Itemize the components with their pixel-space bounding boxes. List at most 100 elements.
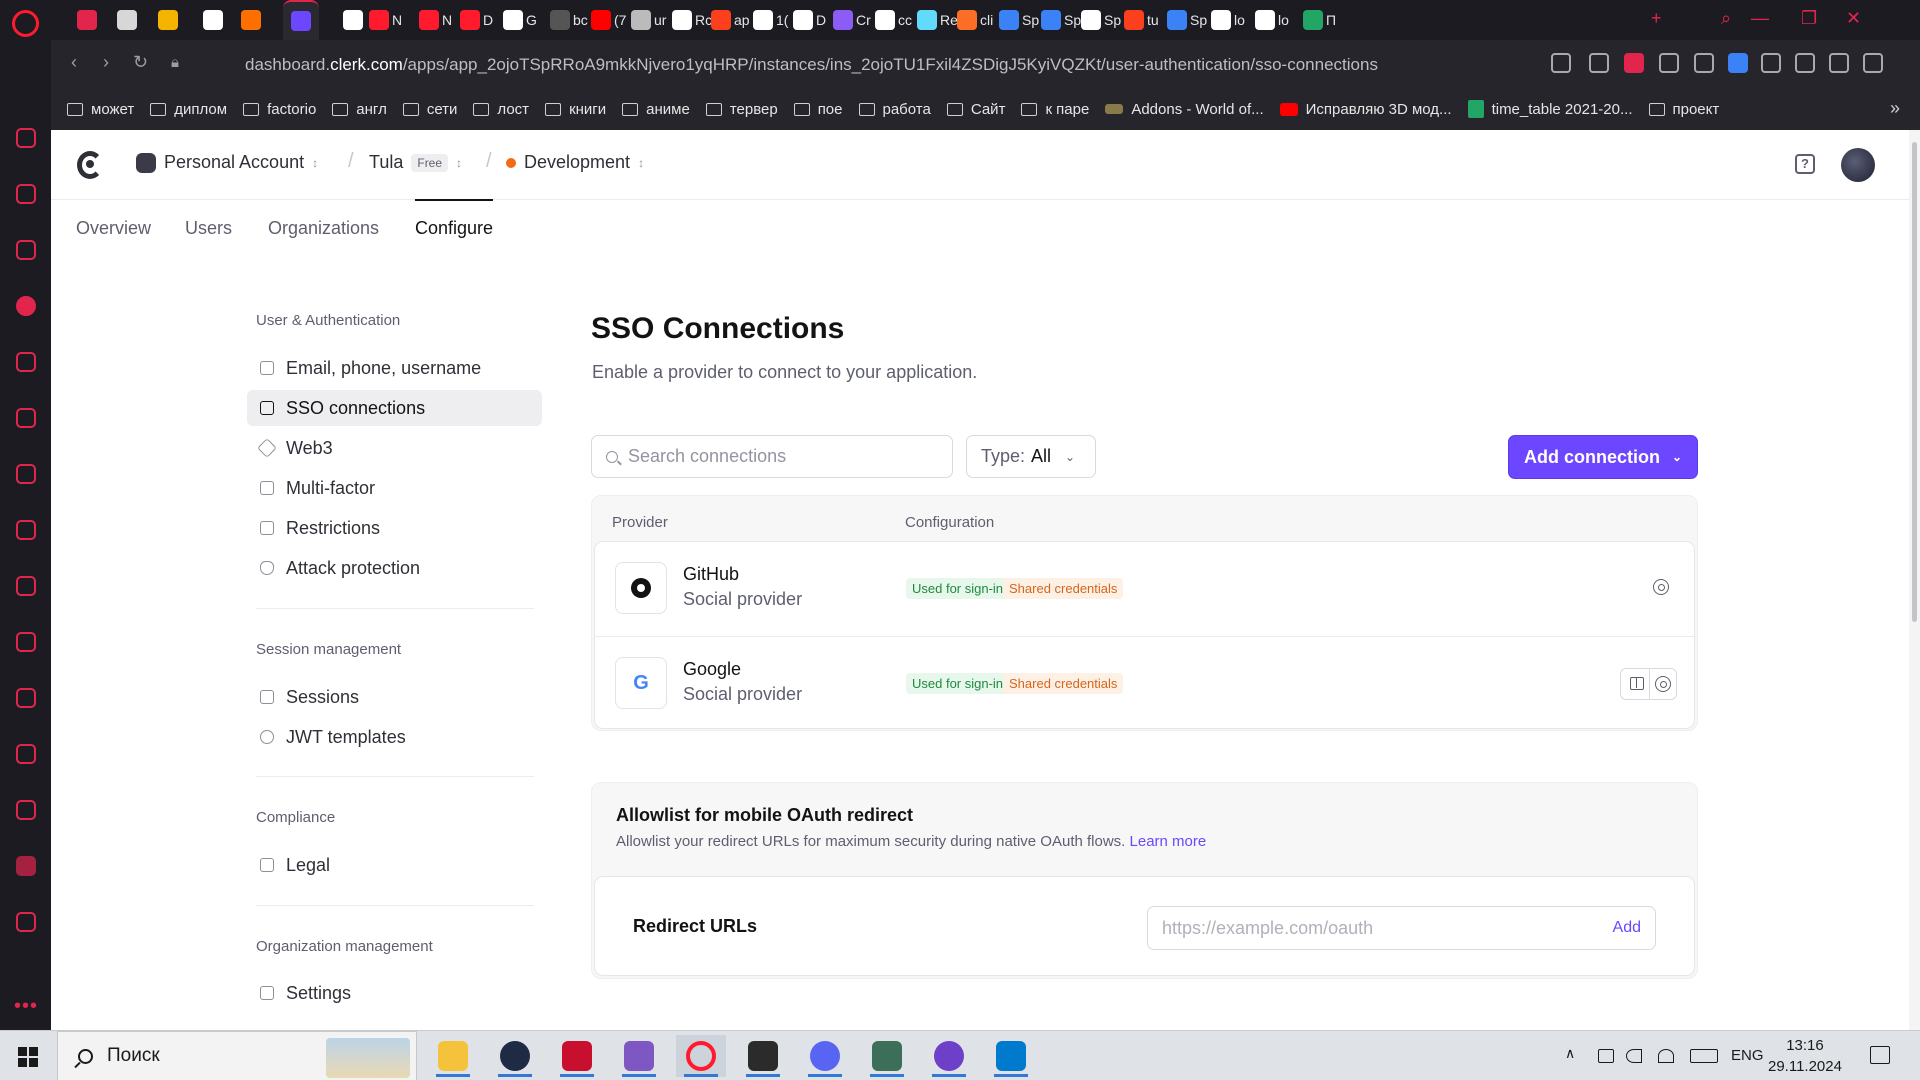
taskbar-app-rider[interactable]	[552, 1035, 602, 1077]
windows-start-icon[interactable]	[18, 1047, 38, 1067]
browser-tab[interactable]: Sp	[999, 4, 1039, 36]
alarm-icon[interactable]	[0, 726, 51, 782]
notes-icon[interactable]	[0, 670, 51, 726]
notifications-icon[interactable]	[1870, 1046, 1890, 1064]
browser-tab[interactable]: Cr	[833, 4, 871, 36]
sidebar-item-restrictions[interactable]: Restrictions	[247, 510, 542, 546]
browser-tab[interactable]	[241, 4, 261, 36]
wifi-icon[interactable]	[1658, 1049, 1674, 1063]
bookmark-item[interactable]: Исправляю 3D мод...	[1279, 101, 1452, 118]
url-field[interactable]: dashboard.clerk.com/apps/app_2ojoTSpRRoA…	[245, 55, 1378, 75]
bookmark-item[interactable]: Addons - World of...	[1105, 101, 1264, 118]
instance-switcher[interactable]: Development ↕	[506, 152, 644, 173]
browser-tab[interactable]: N	[419, 4, 452, 36]
home-icon[interactable]	[0, 222, 51, 278]
battery-icon[interactable]	[1598, 1049, 1614, 1063]
bookmark-item[interactable]: может	[67, 101, 134, 118]
browser-tab[interactable]: bc	[550, 4, 588, 36]
player-icon[interactable]	[0, 278, 51, 334]
bookmark-item[interactable]: диплом	[150, 101, 227, 118]
browser-tab[interactable]: (7	[591, 4, 626, 36]
bookmarks-overflow-icon[interactable]: »	[1890, 98, 1900, 119]
taskbar-app-vscode[interactable]	[986, 1035, 1036, 1077]
taskbar-app-discord[interactable]	[800, 1035, 850, 1077]
sidebar-item-org-settings[interactable]: Settings	[247, 975, 542, 1011]
browser-tab[interactable]: ар	[711, 4, 750, 36]
taskbar-app-browser[interactable]	[490, 1035, 540, 1077]
bookmark-item[interactable]: лост	[473, 101, 529, 118]
bookmark-item[interactable]: time_table 2021-20...	[1467, 100, 1633, 118]
sidebar-item-sessions[interactable]: Sessions	[247, 679, 542, 715]
settings-gear-icon[interactable]	[1653, 579, 1669, 595]
bookmark-item[interactable]: пое	[793, 101, 843, 118]
hourglass-icon[interactable]	[0, 502, 51, 558]
add-redirect-button[interactable]: Add	[1613, 919, 1641, 937]
briefcase-icon[interactable]	[0, 614, 51, 670]
settings-gear-icon[interactable]	[1655, 676, 1671, 692]
browser-tab[interactable]: lo	[1211, 4, 1245, 36]
type-filter-dropdown[interactable]: Type: All ⌄	[966, 435, 1096, 478]
system-clock[interactable]: 13:16 29.11.2024	[1768, 1035, 1842, 1077]
tab-overview[interactable]: Overview	[76, 218, 151, 239]
browser-tab[interactable]: Sp	[1081, 4, 1121, 36]
extension-icon[interactable]	[0, 838, 51, 894]
bookmark-item[interactable]: сети	[402, 101, 457, 118]
bookmark-item[interactable]: factorio	[243, 101, 316, 118]
minimize-icon[interactable]: —	[1751, 8, 1769, 29]
browser-tab[interactable]: Sp	[1167, 4, 1207, 36]
browser-tab[interactable]	[283, 0, 319, 40]
redirect-url-field[interactable]: Add	[1147, 906, 1656, 950]
browser-tab[interactable]	[158, 4, 178, 36]
controller-icon[interactable]	[0, 446, 51, 502]
video-icon[interactable]	[0, 390, 51, 446]
bookmark-item[interactable]: работа	[858, 101, 931, 118]
chevron-up-icon[interactable]: ∧	[1565, 1045, 1575, 1062]
tab-configure[interactable]: Configure	[415, 199, 494, 239]
redirect-url-input[interactable]	[1162, 918, 1542, 939]
browser-tab[interactable]: П	[1303, 4, 1336, 36]
page-scrollbar[interactable]	[1909, 130, 1920, 1030]
taskbar-app-opera[interactable]	[676, 1035, 726, 1077]
extensions-icon[interactable]	[1761, 53, 1781, 73]
gallery-icon[interactable]	[0, 894, 51, 950]
browser-tab[interactable]: Sp	[1041, 4, 1081, 36]
sidebar-item-attack-protection[interactable]: Attack protection	[247, 550, 542, 586]
browser-tab[interactable]	[117, 4, 137, 36]
browser-tab[interactable]: D	[793, 4, 826, 36]
adblock-icon[interactable]	[1624, 53, 1644, 73]
download-icon[interactable]	[1829, 53, 1849, 73]
send-icon[interactable]	[1659, 53, 1679, 73]
volume-icon[interactable]	[1626, 1049, 1642, 1063]
heart-icon[interactable]	[1694, 53, 1714, 73]
user-avatar[interactable]	[1841, 148, 1875, 182]
learn-more-link[interactable]: Learn more	[1130, 833, 1207, 850]
taskbar-search[interactable]: Поиск	[57, 1031, 417, 1080]
book-icon[interactable]	[0, 334, 51, 390]
browser-tab[interactable]: 1(	[753, 4, 788, 36]
bookmark-item[interactable]: Сайт	[946, 101, 1005, 118]
scrollbar-thumb[interactable]	[1912, 142, 1917, 622]
tab-users[interactable]: Users	[185, 218, 232, 239]
close-window-icon[interactable]: ✕	[1846, 8, 1861, 29]
sidebar-item-multi-factor[interactable]: Multi-factor	[247, 470, 542, 506]
gamepad-sidebar-icon[interactable]	[0, 166, 51, 222]
new-tab-icon[interactable]: +	[1651, 8, 1662, 29]
search-input[interactable]	[628, 446, 928, 467]
sidebar-item-jwt-templates[interactable]: JWT templates	[247, 719, 542, 755]
bookmark-item[interactable]: проект	[1648, 101, 1719, 118]
account-switcher[interactable]: Personal Account ↕	[136, 152, 318, 173]
taskbar-app-github-desktop[interactable]	[924, 1035, 974, 1077]
help-icon[interactable]: ?	[1795, 154, 1815, 174]
table-row-google[interactable]: G Google Social provider Used for sign-i…	[595, 636, 1694, 730]
browser-tab[interactable]: Rc	[672, 4, 712, 36]
menu-icon[interactable]	[1863, 53, 1883, 73]
app-switcher[interactable]: Tula Free ↕	[369, 152, 462, 173]
taskbar-app-file-explorer[interactable]	[428, 1035, 478, 1077]
opera-logo-icon[interactable]	[12, 10, 39, 37]
bookmark-item[interactable]: книги	[545, 101, 606, 118]
bookmark-item[interactable]: англ	[332, 101, 387, 118]
taskbar-app-app-game[interactable]	[738, 1035, 788, 1077]
search-tabs-icon[interactable]: ⌕	[1721, 8, 1731, 29]
keyboard-icon[interactable]	[1690, 1049, 1718, 1063]
search-field[interactable]	[591, 435, 953, 478]
